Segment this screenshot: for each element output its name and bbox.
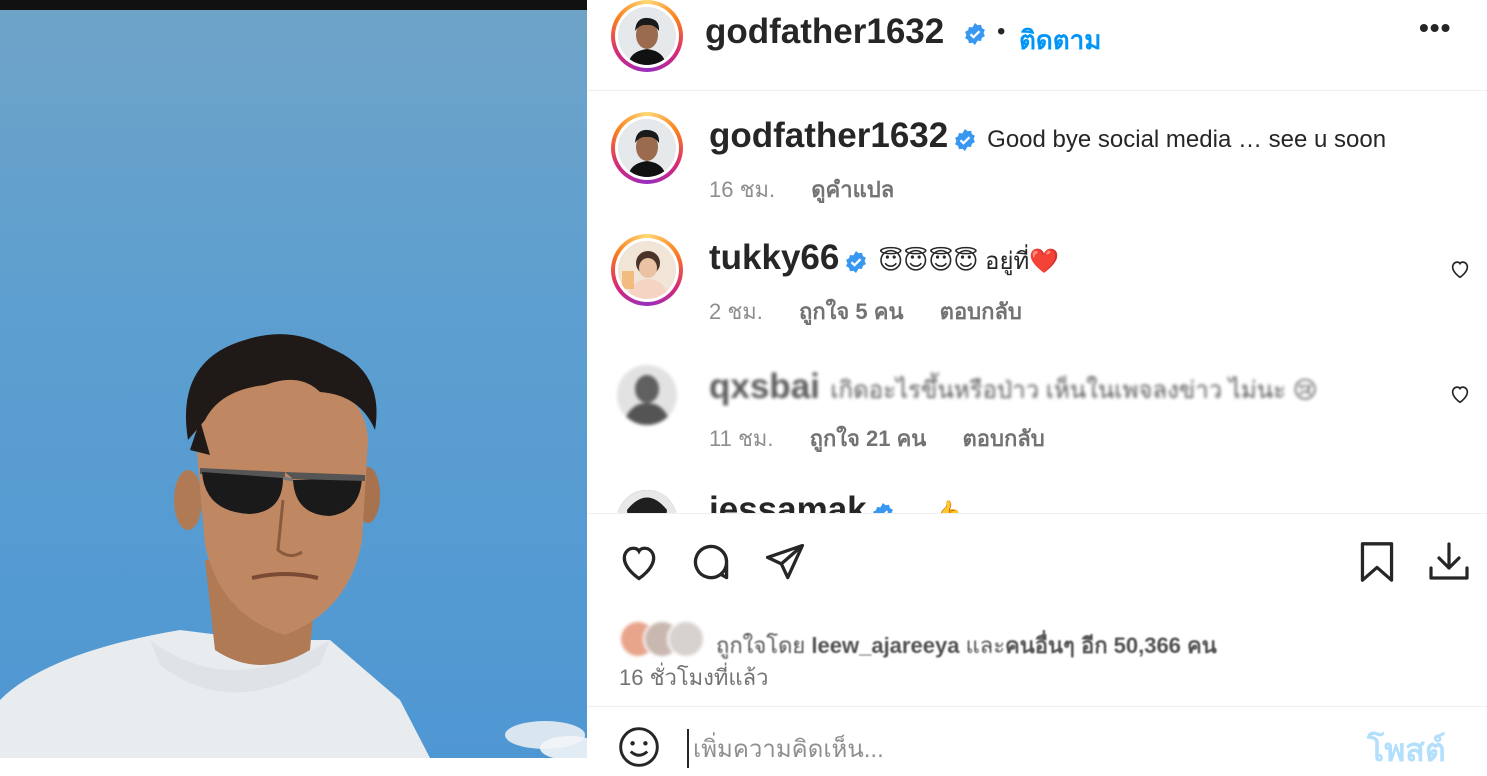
liked-by-text[interactable]: ถูกใจโดย leew_ajareeya และคนอื่นๆ อีก 50… xyxy=(716,628,1217,663)
comment-likes-link[interactable]: ถูกใจ 5 คน xyxy=(799,299,904,324)
caption-time: 16 ชม. xyxy=(709,177,776,202)
liker-avatar xyxy=(667,620,705,658)
comment-line: jessamak ... 👍 xyxy=(709,490,962,513)
post-actions-section: ถูกใจโดย leew_ajareeya และคนอื่นๆ อีก 50… xyxy=(587,513,1487,768)
bookmark-icon[interactable] xyxy=(1357,540,1397,589)
download-icon[interactable] xyxy=(1425,538,1473,591)
caption-meta: 16 ชม. ดูคำแปล xyxy=(709,172,894,207)
commenter-avatar[interactable] xyxy=(617,490,677,513)
comment-meta: 2 ชม. ถูกใจ 5 คน ตอบกลับ xyxy=(709,294,1022,329)
liked-by-others[interactable]: คนอื่นๆ อีก 50,366 คน xyxy=(1005,633,1217,658)
post-photo[interactable] xyxy=(0,0,587,758)
comment-time: 11 ชม. xyxy=(709,426,774,451)
caption-text: Good bye social media … see u soon xyxy=(987,126,1387,153)
verified-icon xyxy=(953,128,977,157)
comment-icon[interactable] xyxy=(689,540,733,589)
comment-time: 2 ชม. xyxy=(709,299,763,324)
comment-author-username[interactable]: tukky66 xyxy=(709,238,839,277)
follow-button[interactable]: ติดตาม xyxy=(1019,20,1101,61)
comment-text: เกิดอะไรขึ้นหรือป่าว เห็นในเพจลงข่าว ไม่… xyxy=(830,377,1318,404)
liked-by-avatars[interactable] xyxy=(619,620,709,658)
post-header: godfather1632 • ติดตาม ••• xyxy=(587,0,1487,91)
comment-text: ... 👍 xyxy=(906,500,963,513)
comment-meta: 11 ชม. ถูกใจ 21 คน ตอบกลับ xyxy=(709,421,1045,456)
more-options-icon[interactable]: ••• xyxy=(1419,12,1451,44)
post-detail-panel: godfather1632 • ติดตาม ••• godfather1632 xyxy=(587,0,1487,768)
emoji-icon[interactable] xyxy=(617,725,661,774)
comment-author-username[interactable]: qxsbai xyxy=(709,367,820,406)
comment-item: tukky66 😇😇😇😇 อยู่ที่❤️ 2 ชม. ถูกใจ 5 คน … xyxy=(587,234,1487,334)
verified-icon xyxy=(871,502,895,513)
author-avatar[interactable] xyxy=(611,0,683,72)
verified-icon xyxy=(963,22,987,51)
avatar-image xyxy=(617,365,677,425)
caption-line: godfather1632 Good bye social media … se… xyxy=(709,116,1386,157)
post-caption: godfather1632 Good bye social media … se… xyxy=(587,112,1487,222)
add-comment-input[interactable]: เพิ่มความคิดเห็น... xyxy=(687,729,884,768)
avatar-image xyxy=(618,7,676,65)
comment-likes-link[interactable]: ถูกใจ 21 คน xyxy=(810,426,927,451)
like-comment-heart-icon[interactable] xyxy=(1449,258,1471,285)
caption-author-username[interactable]: godfather1632 xyxy=(709,116,948,155)
like-heart-icon[interactable] xyxy=(617,540,661,589)
liked-by-and: และ xyxy=(965,633,1006,658)
liked-by-user[interactable]: leew_ajareeya xyxy=(811,633,959,658)
like-comment-heart-icon[interactable] xyxy=(1449,383,1471,410)
photo-selfie-illustration xyxy=(0,334,587,758)
comment-item: qxsbai เกิดอะไรขึ้นหรือป่าว เห็นในเพจลงข… xyxy=(587,365,1487,465)
commenter-avatar[interactable] xyxy=(617,365,677,425)
comment-line: tukky66 😇😇😇😇 อยู่ที่❤️ xyxy=(709,238,1059,280)
share-icon[interactable] xyxy=(763,540,807,589)
separator-dot: • xyxy=(997,18,1006,45)
post-comment-button[interactable]: โพสต์ xyxy=(1367,725,1446,776)
post-time-ago: 16 ชั่วโมงที่แล้ว xyxy=(619,665,769,690)
avatar-image xyxy=(617,490,677,513)
see-translation-link[interactable]: ดูคำแปล xyxy=(811,177,894,202)
comment-item: jessamak ... 👍 xyxy=(587,488,1487,513)
liked-by-prefix: ถูกใจโดย xyxy=(716,633,806,658)
comment-text: 😇😇😇😇 อยู่ที่❤️ xyxy=(878,248,1060,275)
reply-button[interactable]: ตอบกลับ xyxy=(962,426,1044,451)
verified-icon xyxy=(844,250,868,279)
commenter-avatar[interactable] xyxy=(611,234,683,306)
comment-author-username[interactable]: jessamak xyxy=(709,490,867,513)
comment-line: qxsbai เกิดอะไรขึ้นหรือป่าว เห็นในเพจลงข… xyxy=(709,367,1318,409)
post-author-username[interactable]: godfather1632 xyxy=(705,12,944,52)
caption-author-avatar[interactable] xyxy=(611,112,683,184)
avatar-image xyxy=(618,241,676,299)
avatar-image xyxy=(618,119,676,177)
reply-button[interactable]: ตอบกลับ xyxy=(940,299,1022,324)
